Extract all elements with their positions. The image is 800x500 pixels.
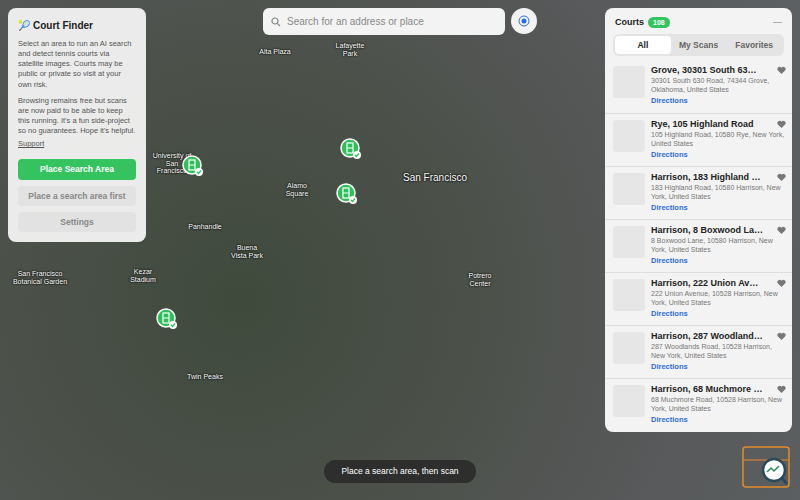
heart-icon[interactable] [777, 66, 786, 75]
status-toast: Place a search area, then scan [324, 460, 476, 483]
court-address: 183 Highland Road, 10580 Harrison, New Y… [651, 183, 786, 201]
panel-button[interactable]: Settings [18, 212, 136, 232]
court-item[interactable]: Rye, 105 Highland Road105 Highland Road,… [605, 113, 792, 166]
court-thumbnail [613, 279, 645, 311]
app-logo-icon[interactable] [742, 446, 790, 488]
heart-icon[interactable] [777, 332, 786, 341]
courts-panel: Courts 108 — AllMy ScansFavorites Grove, 303… [605, 8, 792, 432]
court-item[interactable]: Harrison, 183 Highland …183 Highland Roa… [605, 166, 792, 219]
courts-title: Courts [615, 16, 644, 30]
map-label: Alta Plaza [258, 48, 292, 56]
directions-link[interactable]: Directions [651, 414, 786, 425]
heart-icon[interactable] [777, 120, 786, 129]
minimize-button[interactable]: — [773, 16, 782, 30]
court-item[interactable]: Harrison, 8 Boxwood La…8 Boxwood Lane, 1… [605, 219, 792, 272]
court-title: Harrison, 222 Union Av… [651, 278, 774, 289]
court-thumbnail [613, 385, 645, 417]
locate-button[interactable] [511, 8, 537, 34]
map-label: Twin Peaks [180, 373, 230, 381]
heart-icon[interactable] [777, 385, 786, 394]
court-address: 105 Highland Road, 10580 Rye, New York, … [651, 130, 786, 148]
note-text: Browsing remains free but scans are now … [18, 96, 136, 137]
app-title: 🎾Court Finder [18, 18, 136, 33]
app: Lafayette ParkAlta PlazaUniversity of Sa… [0, 0, 800, 500]
court-item[interactable]: Harrison, 68 Muchmore …68 Muchmore Road,… [605, 378, 792, 431]
map-label: Buena Vista Park [230, 244, 264, 259]
directions-link[interactable]: Directions [651, 255, 786, 266]
court-address: 30301 South 630 Road, 74344 Grove, Oklah… [651, 76, 786, 94]
court-address: 222 Union Avenue, 10528 Harrison, New Yo… [651, 289, 786, 307]
court-thumbnail [613, 66, 645, 98]
court-item[interactable]: Grove, 30301 South 63…30301 South 630 Ro… [605, 60, 792, 113]
court-item[interactable]: Harrison, 287 Woodland…287 Woodlands Roa… [605, 325, 792, 378]
heart-icon[interactable] [777, 173, 786, 182]
court-title: Harrison, 287 Woodland… [651, 331, 774, 342]
court-title: Harrison, 183 Highland … [651, 172, 774, 183]
directions-link[interactable]: Directions [651, 361, 786, 372]
tab[interactable]: My Scans [671, 36, 727, 55]
map-label: Kezar Stadium [125, 268, 161, 283]
tab[interactable]: All [615, 36, 671, 55]
court-address: 8 Boxwood Lane, 10580 Harrison, New York… [651, 236, 786, 254]
search-bar[interactable]: Search for an address or place [263, 8, 505, 35]
count-badge: 108 [648, 17, 670, 28]
court-thumbnail [613, 120, 645, 152]
map-label: San Francisco [400, 172, 470, 183]
court-title: Rye, 105 Highland Road [651, 119, 774, 130]
map-label: Lafayette Park [330, 42, 370, 57]
directions-link[interactable]: Directions [651, 202, 786, 213]
court-item[interactable]: Harrison, 222 Union Av…222 Union Avenue,… [605, 272, 792, 325]
info-panel: 🎾Court Finder Select an area to run an AI… [8, 8, 146, 242]
court-list: Grove, 30301 South 63…30301 South 630 Ro… [605, 60, 792, 431]
heart-icon[interactable] [777, 279, 786, 288]
court-address: 287 Woodlands Road, 10528 Harrison, New … [651, 342, 786, 360]
court-thumbnail [613, 173, 645, 205]
court-pin-icon[interactable] [156, 308, 178, 330]
court-pin-icon[interactable] [340, 138, 362, 160]
court-thumbnail [613, 332, 645, 364]
heart-icon[interactable] [777, 226, 786, 235]
intro-text: Select an area to run an AI search and d… [18, 39, 136, 90]
court-title: Grove, 30301 South 63… [651, 65, 774, 76]
court-thumbnail [613, 226, 645, 258]
directions-link[interactable]: Directions [651, 308, 786, 319]
court-pin-icon[interactable] [182, 155, 204, 177]
tennis-icon: 🎾 [18, 18, 30, 33]
court-pin-icon[interactable] [336, 183, 358, 205]
panel-button[interactable]: Place Search Area [18, 159, 136, 179]
court-title: Harrison, 8 Boxwood La… [651, 225, 774, 236]
directions-link[interactable]: Directions [651, 95, 786, 106]
support-link[interactable]: Support [18, 138, 136, 149]
locate-icon [518, 15, 530, 27]
panel-button[interactable]: Place a search area first [18, 186, 136, 206]
search-icon [271, 17, 281, 27]
map-label: San Francisco Botanical Garden [12, 270, 68, 285]
directions-link[interactable]: Directions [651, 149, 786, 160]
map-label: Potrero Center [462, 272, 498, 287]
court-address: 68 Muchmore Road, 10528 Harrison, New Yo… [651, 395, 786, 413]
tab-bar: AllMy ScansFavorites [613, 34, 784, 57]
court-title: Harrison, 68 Muchmore … [651, 384, 774, 395]
tab[interactable]: Favorites [726, 36, 782, 55]
map-label: Panhandle [180, 223, 230, 231]
map-label: Alamo Square [280, 182, 314, 197]
